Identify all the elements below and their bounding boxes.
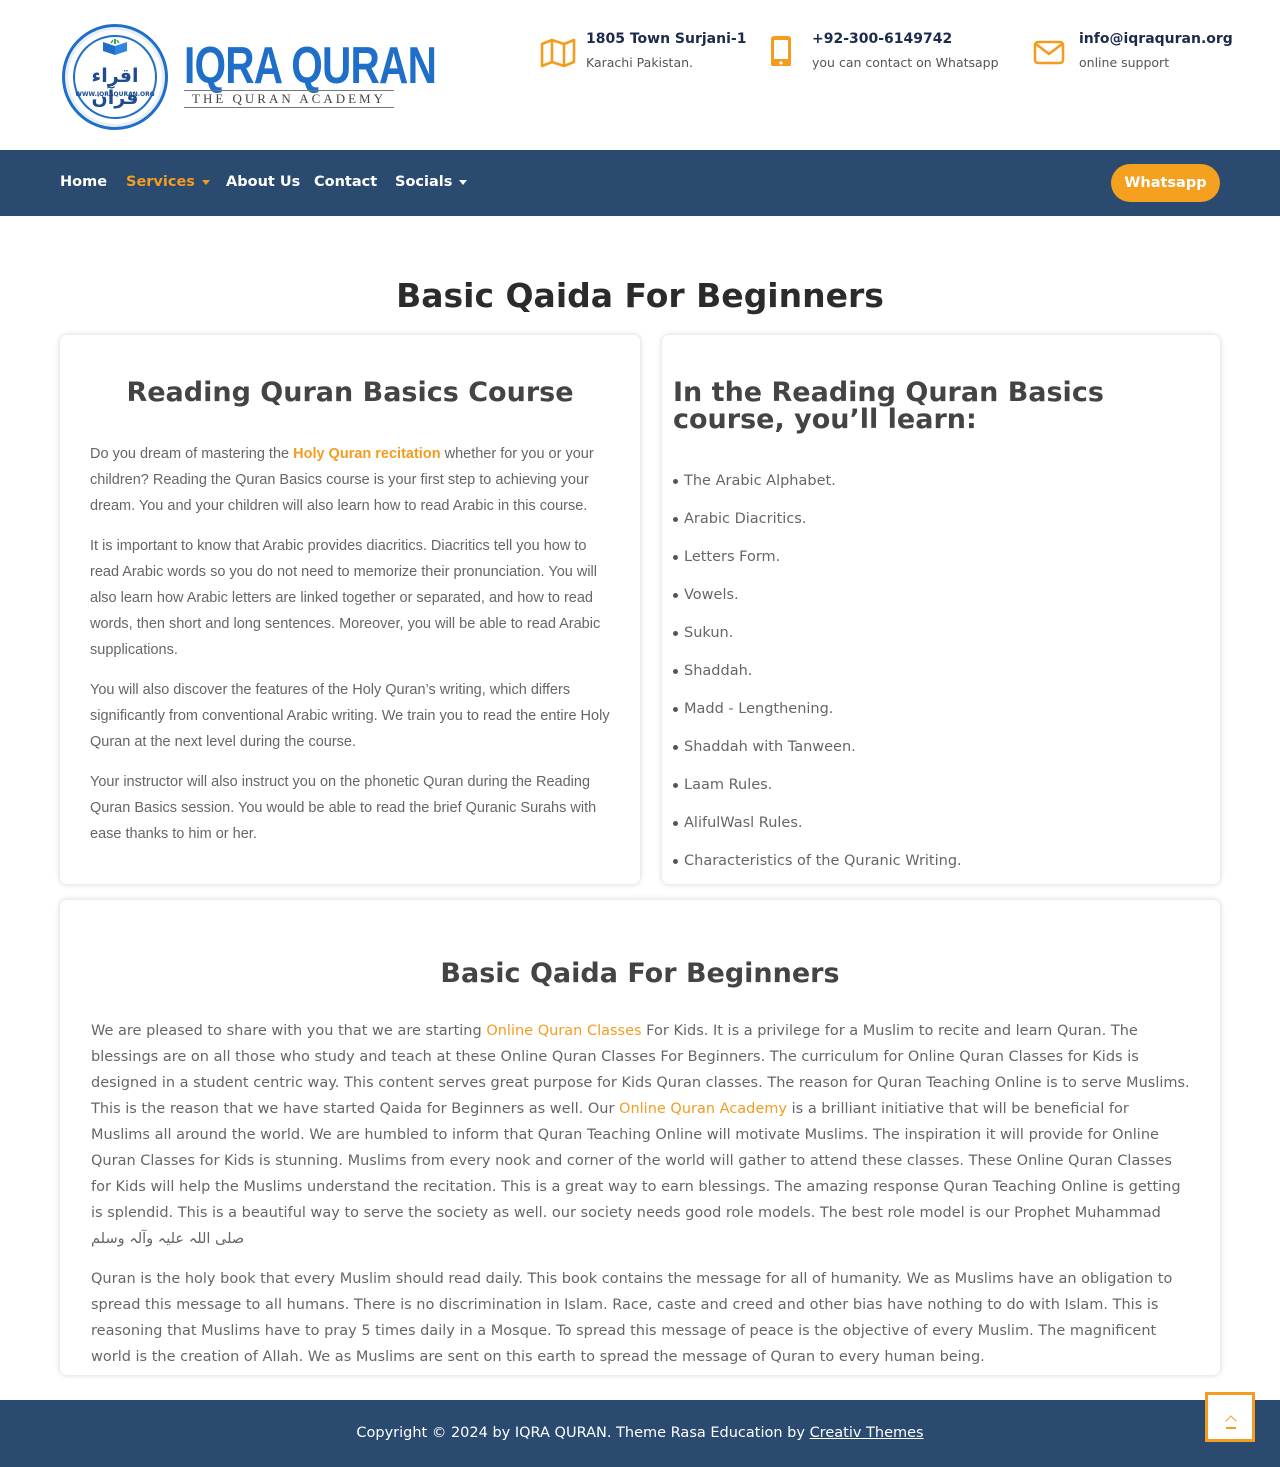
list-item: Laam Rules.	[673, 773, 1193, 811]
contact-phone: +92-300-6149742 you can contact on Whats…	[770, 30, 1000, 74]
contact-email: info@iqraquran.org online support	[1033, 30, 1233, 74]
course-body: Do you dream of mastering the Holy Quran…	[90, 441, 615, 861]
site-footer: Copyright © 2024 by IQRA QURAN. Theme Ra…	[0, 1400, 1280, 1467]
beginners-body: We are pleased to share with you that we…	[91, 1018, 1191, 1384]
nav-contact[interactable]: Contact	[314, 174, 377, 190]
nav-home[interactable]: Home	[60, 174, 107, 190]
list-item: AlifulWasl Rules.	[673, 811, 1193, 849]
beginners-card: Basic Qaida For Beginners We are pleased…	[60, 900, 1220, 1375]
site-header: اقراء قرآن WWW.IQRAQURAN.ORG IQRA QURAN …	[0, 0, 1280, 150]
email-note: online support	[1079, 55, 1170, 70]
course-heading: Reading Quran Basics Course	[126, 377, 574, 408]
course-paragraph: Do you dream of mastering the Holy Quran…	[90, 446, 594, 514]
phone-icon	[771, 36, 791, 66]
learn-list: The Arabic Alphabet. Arabic Diacritics. …	[673, 469, 1193, 887]
list-item: Sukun.	[673, 621, 1193, 659]
course-paragraph: You will also discover the features of t…	[90, 682, 610, 750]
course-paragraph: It is important to know that Arabic prov…	[90, 538, 601, 658]
list-item: Characteristics of the Quranic Writing.	[673, 849, 1193, 887]
envelope-icon	[1033, 40, 1065, 65]
list-item: Shaddah with Tanween.	[673, 735, 1193, 773]
creativ-themes-link[interactable]: Creativ Themes	[810, 1425, 924, 1441]
page-title: Basic Qaida For Beginners	[396, 276, 884, 315]
list-item: Arabic Diacritics.	[673, 507, 1193, 545]
arrow-up-icon	[1225, 1415, 1237, 1427]
learn-card: In the Reading Quran Basics course, you’…	[662, 335, 1220, 884]
nav-about-us[interactable]: About Us	[226, 174, 300, 190]
list-item: Vowels.	[673, 583, 1193, 621]
logo-emblem: اقراء قرآن WWW.IQRAQURAN.ORG	[62, 24, 168, 130]
logo-subtitle: THE QURAN ACADEMY	[184, 90, 394, 108]
online-quran-classes-link[interactable]: Online Quran Classes	[486, 1023, 641, 1039]
phone-number[interactable]: +92-300-6149742	[812, 31, 952, 47]
site-logo[interactable]: اقراء قرآن WWW.IQRAQURAN.ORG IQRA QURAN …	[62, 24, 437, 130]
logo-url-text: WWW.IQRAQURAN.ORG	[75, 91, 155, 98]
logo-title: IQRA QURAN	[184, 37, 437, 95]
list-item: Madd - Lengthening.	[673, 697, 1193, 735]
copyright-text: Copyright © 2024 by IQRA QURAN. Theme Ra…	[356, 1425, 924, 1441]
address-line1: 1805 Town Surjani-1	[586, 31, 747, 47]
list-item: Letters Form.	[673, 545, 1193, 583]
holy-quran-recitation-link[interactable]: Holy Quran recitation	[293, 446, 440, 462]
address-line2: Karachi Pakistan.	[586, 55, 693, 70]
beginners-paragraph: Quran is the holy book that every Muslim…	[91, 1271, 1173, 1365]
beginners-heading: Basic Qaida For Beginners	[440, 958, 840, 989]
list-item: The Arabic Alphabet.	[673, 469, 1193, 507]
online-quran-academy-link[interactable]: Online Quran Academy	[619, 1101, 787, 1117]
quran-book-icon	[103, 39, 127, 55]
nav-services[interactable]: Services	[126, 174, 210, 190]
logo-arabic-text: اقراء قرآن	[91, 65, 139, 109]
chevron-down-icon	[201, 179, 210, 185]
whatsapp-button[interactable]: Whatsapp	[1111, 164, 1220, 202]
course-paragraph: Your instructor will also instruct you o…	[90, 774, 597, 842]
course-card: Reading Quran Basics Course Do you dream…	[60, 335, 640, 884]
chevron-down-icon	[459, 179, 468, 185]
beginners-paragraph: We are pleased to share with you that we…	[91, 1023, 1190, 1247]
scroll-to-top-button[interactable]	[1205, 1392, 1255, 1442]
email-address[interactable]: info@iqraquran.org	[1079, 31, 1233, 47]
main-nav: Home Services About Us Contact Socials W…	[0, 150, 1280, 216]
nav-socials[interactable]: Socials	[395, 174, 468, 190]
map-icon	[540, 38, 576, 68]
contact-address: 1805 Town Surjani-1 Karachi Pakistan.	[540, 30, 746, 74]
phone-note: you can contact on Whatsapp	[812, 55, 999, 70]
list-item: Shaddah.	[673, 659, 1193, 697]
learn-heading: In the Reading Quran Basics course, you’…	[673, 377, 1104, 435]
